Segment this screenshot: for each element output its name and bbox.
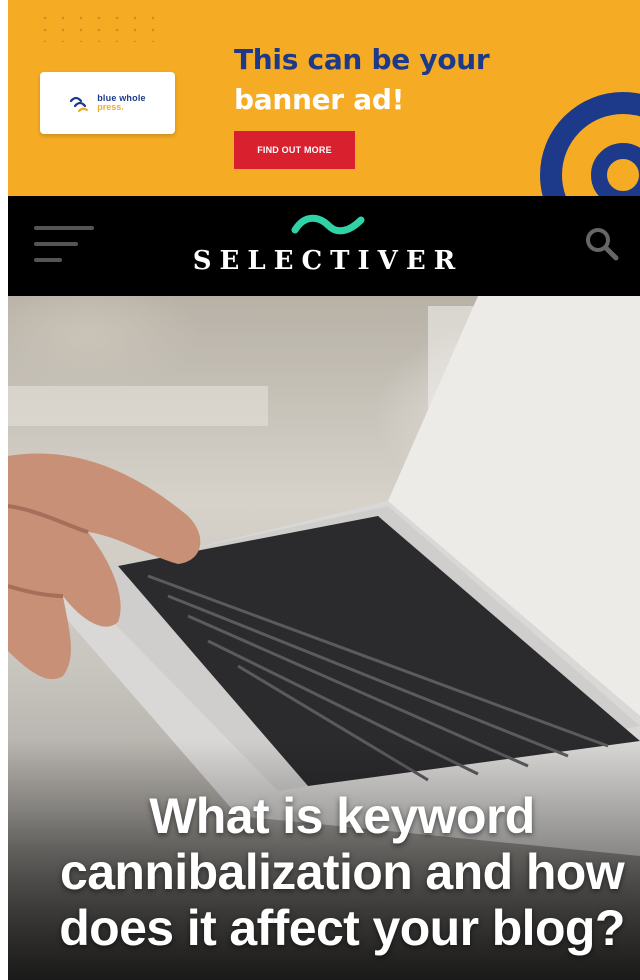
banner-headline: This can be your banner ad! (234, 40, 490, 120)
logo-text-line2: press. (97, 102, 124, 112)
hamburger-menu-icon[interactable] (34, 226, 96, 266)
site-logo[interactable]: SELECTIVER (188, 212, 468, 282)
site-name: SELECTIVER (192, 246, 464, 276)
search-icon[interactable] (582, 224, 622, 264)
advertiser-logo: blue whole press. (40, 72, 175, 134)
blue-whole-press-logo-icon (70, 96, 89, 113)
banner-headline-line2: banner ad! (234, 83, 405, 116)
dot-pattern (36, 12, 166, 42)
find-out-more-button[interactable]: FIND OUT MORE (234, 131, 355, 169)
post-title[interactable]: What is keyword cannibalization and how … (22, 788, 640, 956)
decorative-rings-icon (540, 92, 640, 196)
banner-headline-line1: This can be your (234, 43, 490, 76)
wave-icon (291, 214, 365, 235)
site-header: SELECTIVER (8, 196, 640, 296)
banner-ad[interactable]: blue whole press. This can be your banne… (8, 0, 640, 196)
mobile-viewport: blue whole press. This can be your banne… (8, 0, 640, 980)
featured-post-hero[interactable]: What is keyword cannibalization and how … (8, 296, 640, 980)
